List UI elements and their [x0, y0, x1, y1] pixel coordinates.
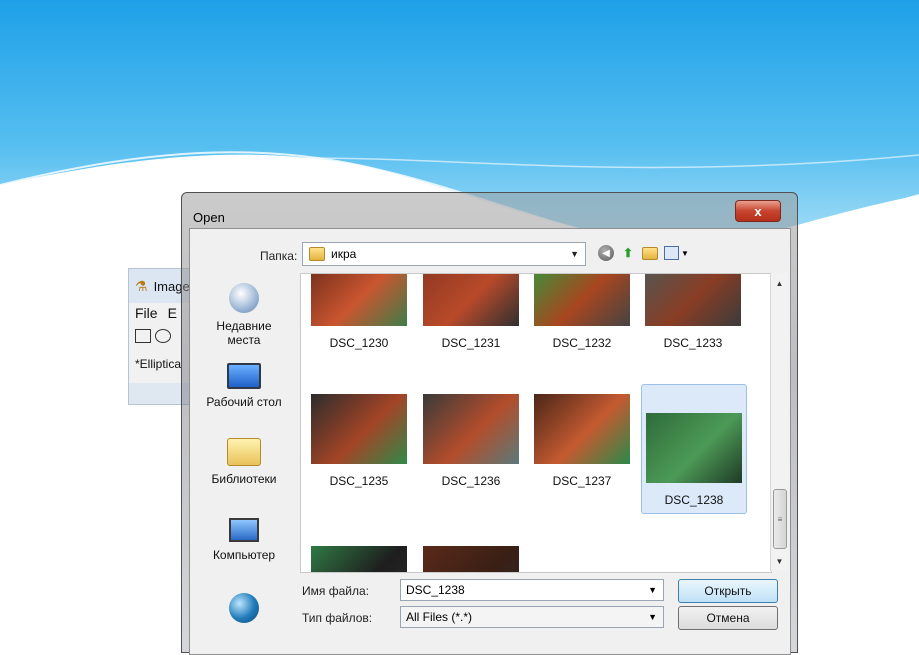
imagej-app-icon: ⚗ — [135, 277, 148, 294]
file-thumbnail[interactable]: DSC_1232 — [530, 274, 634, 350]
file-name: DSC_1237 — [552, 474, 612, 488]
place-label: Рабочий стол — [206, 395, 282, 409]
look-in-label: Папка: — [260, 249, 298, 263]
file-name: DSC_1233 — [663, 336, 723, 350]
chevron-down-icon[interactable]: ▼ — [648, 585, 657, 595]
file-thumbnail[interactable] — [307, 546, 411, 572]
file-thumbnail[interactable]: DSC_1235 — [307, 394, 411, 488]
filename-label: Имя файла: — [302, 584, 369, 598]
thumbnail-image — [423, 394, 519, 464]
thumbnail-image — [645, 274, 741, 326]
filetype-label: Тип файлов: — [302, 611, 373, 625]
thumbnail-image — [311, 546, 407, 572]
filetype-value: All Files (*.*) — [406, 610, 473, 624]
filename-value: DSC_1238 — [406, 583, 465, 597]
place-label: Библиотеки — [211, 472, 277, 486]
filename-field[interactable]: DSC_1238 ▼ — [400, 579, 664, 601]
oval-tool-icon[interactable] — [155, 329, 171, 343]
up-folder-icon[interactable]: ⬆ — [620, 245, 636, 261]
place-item[interactable]: Недавние места — [194, 283, 294, 347]
file-thumbnail[interactable] — [419, 546, 523, 572]
file-thumbnail[interactable]: DSC_1237 — [530, 394, 634, 488]
place-item[interactable]: Компьютер — [194, 518, 294, 562]
thumbnail-image — [311, 394, 407, 464]
place-label-line2: места — [227, 333, 261, 347]
file-name: DSC_1231 — [441, 336, 501, 350]
view-menu-icon[interactable] — [664, 246, 679, 260]
thumbnail-image — [646, 413, 742, 483]
open-dialog: Open x Папка: икра ▼ ◀ ⬆ ▼ Недавние места… — [181, 192, 798, 655]
scroll-down-icon[interactable]: ▼ — [771, 553, 788, 569]
chevron-down-icon: ▼ — [570, 249, 579, 259]
dialog-client: Папка: икра ▼ ◀ ⬆ ▼ Недавние места Рабочий… — [189, 228, 791, 655]
chevron-down-icon: ▼ — [648, 612, 657, 622]
file-list[interactable]: DSC_1230 DSC_1231 DSC_1232 DSC_1233 DSC_1235… — [300, 273, 772, 573]
menu-file[interactable]: File — [135, 305, 158, 321]
file-name: DSC_1236 — [441, 474, 501, 488]
desktop-icon — [227, 363, 261, 389]
open-button[interactable]: Открыть — [678, 579, 778, 603]
file-name: DSC_1230 — [329, 336, 389, 350]
file-thumbnail[interactable]: DSC_1233 — [641, 274, 745, 350]
places-bar: Недавние места Рабочий стол Библиотеки Компь… — [194, 273, 294, 648]
scrollbar[interactable]: ▲ ≡ ▼ — [770, 273, 788, 571]
thumbnail-image — [311, 274, 407, 326]
place-label: Компьютер — [212, 548, 276, 562]
filetype-select[interactable]: All Files (*.*) ▼ — [400, 606, 664, 628]
place-item[interactable]: Библиотеки — [194, 438, 294, 486]
place-label: Недавние — [216, 319, 272, 333]
network-icon — [229, 593, 259, 623]
file-thumbnail[interactable]: DSC_1238 — [641, 384, 747, 514]
cancel-button[interactable]: Отмена — [678, 606, 778, 630]
file-thumbnail[interactable]: DSC_1236 — [419, 394, 523, 488]
place-item[interactable] — [194, 593, 294, 629]
back-icon[interactable]: ◀ — [598, 245, 614, 261]
libraries-icon — [227, 438, 261, 466]
dialog-toolbar: ◀ ⬆ ▼ — [598, 245, 689, 261]
file-thumbnail[interactable]: DSC_1230 — [307, 274, 411, 350]
thumbnail-image — [534, 274, 630, 326]
look-in-value: икра — [331, 247, 357, 261]
menu-edit[interactable]: E — [168, 305, 177, 321]
recent-places-icon — [229, 283, 259, 313]
file-name: DSC_1232 — [552, 336, 612, 350]
view-dropdown-icon[interactable]: ▼ — [681, 249, 689, 258]
new-folder-icon[interactable] — [642, 246, 658, 260]
file-thumbnail[interactable]: DSC_1231 — [419, 274, 523, 350]
close-icon: x — [754, 203, 762, 219]
rectangle-tool-icon[interactable] — [135, 329, 151, 343]
file-name: DSC_1238 — [664, 493, 724, 507]
file-name: DSC_1235 — [329, 474, 389, 488]
computer-icon — [229, 518, 259, 542]
scroll-up-icon[interactable]: ▲ — [771, 275, 788, 291]
look-in-combo[interactable]: икра ▼ — [302, 242, 586, 266]
dialog-title: Open — [193, 210, 225, 225]
thumbnail-image — [423, 546, 519, 572]
place-item[interactable]: Рабочий стол — [194, 363, 294, 409]
close-button[interactable]: x — [735, 200, 781, 222]
folder-icon — [309, 247, 325, 261]
thumbnail-image — [534, 394, 630, 464]
thumbnail-image — [423, 274, 519, 326]
scroll-thumb[interactable]: ≡ — [773, 489, 787, 549]
